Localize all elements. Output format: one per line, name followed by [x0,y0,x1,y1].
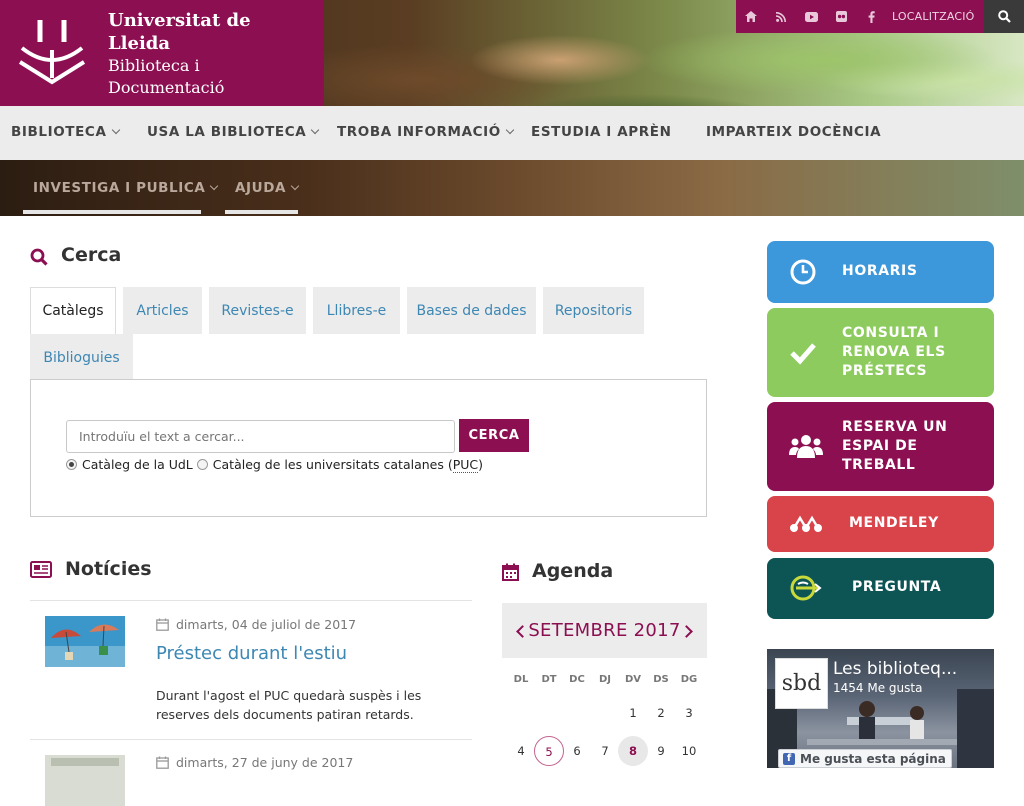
calendar-day-today[interactable]: 8 [618,736,648,766]
mendeley-icon [790,515,822,532]
clock-icon [790,259,816,285]
facebook-widget[interactable]: sbd Les biblioteq... 1454 Me gusta f Me … [767,649,994,768]
chevron-right-icon[interactable] [680,625,693,638]
search-section-title: Cerca [61,244,122,266]
chevron-down-icon [210,181,219,191]
nav-item-investiga-i-publica[interactable]: INVESTIGA I PUBLICA [33,180,219,196]
calendar-icon [502,563,519,581]
pregunta-button[interactable]: PREGUNTA [767,558,994,619]
calendar-day[interactable]: 6 [562,736,592,766]
chevron-down-icon [311,125,320,135]
nav-item-imparteix-docencia[interactable]: IMPARTEIX DOCÈNCIA [706,124,881,140]
flickr-icon[interactable] [826,0,856,33]
weekday-label: DJ [598,674,612,685]
calendar-day[interactable]: 7 [590,736,620,766]
horaris-button[interactable]: HORARIS [767,241,994,303]
calendar-day[interactable]: 2 [646,698,676,728]
news-thumbnail[interactable] [45,616,125,667]
main-navigation: BIBLIOTECA USA LA BIBLIOTECA TROBA INFOR… [0,106,1024,160]
search-button[interactable]: CERCA [459,419,529,452]
radio-puc-label: Catàleg de les universitats catalanes (P… [212,457,484,473]
news-date: dimarts, 04 de juliol de 2017 [156,617,356,632]
users-icon [789,435,823,458]
calendar-day[interactable]: 9 [646,736,676,766]
facebook-page-name[interactable]: Les biblioteq... [833,659,957,679]
check-icon [790,343,816,365]
calendar-header: SETEMBRE 2017 [502,603,707,658]
site-logo[interactable]: Universitat de Lleida Biblioteca i Docum… [0,0,324,106]
calendar-day[interactable]: 1 [618,698,648,728]
facebook-like-button[interactable]: f Me gusta esta página [778,749,952,768]
question-service-icon [790,575,822,601]
rss-icon[interactable] [766,0,796,33]
calendar-day[interactable]: 4 [506,736,536,766]
news-divider [30,739,472,740]
calendar-day[interactable]: 10 [674,736,704,766]
nav-underline [23,210,201,214]
chevron-down-icon [111,125,120,135]
weekday-label: DV [624,674,642,685]
location-link[interactable]: LOCALITZACIÓ [892,10,975,23]
tab-biblioguies[interactable]: Biblioguies [30,334,133,381]
calendar-day-event[interactable]: 5 [534,736,564,766]
calendar-day[interactable]: 3 [674,698,704,728]
nav-item-ajuda[interactable]: AJUDA [235,180,300,196]
news-section-title: Notícies [65,558,152,580]
chevron-down-icon [290,181,300,191]
radio-puc[interactable] [196,459,208,470]
nav-item-usa-la-biblioteca[interactable]: USA LA BIBLIOTECA [147,124,320,140]
nav-item-biblioteca[interactable]: BIBLIOTECA [11,124,120,140]
radio-udl-label: Catàleg de la UdL [82,457,193,472]
weekday-label: DT [541,674,557,685]
mendeley-button[interactable]: MENDELEY [767,496,994,552]
news-title-link[interactable]: Préstec durant l'estiu [156,643,347,664]
facebook-likes-count: 1454 Me gusta [833,681,923,695]
news-thumbnail[interactable] [45,755,125,806]
radio-udl[interactable] [66,459,77,470]
nav-underline [225,210,298,214]
top-utility-bar: LOCALITZACIÓ [736,0,1024,33]
udl-logo-icon [18,20,86,85]
weekday-label: DC [569,674,585,685]
nav-item-estudia-i-apren[interactable]: ESTUDIA I APRÈN [531,124,671,140]
facebook-icon: f [783,752,795,765]
calendar-month: SETEMBRE 2017 [528,620,681,641]
library-name: Biblioteca i Documentació [108,56,225,97]
facebook-page-logo: sbd [775,658,828,709]
search-input[interactable] [66,420,455,453]
chevron-down-icon [505,125,515,135]
nav-item-troba-informacio[interactable]: TROBA INFORMACIÓ [337,124,515,140]
weekday-label: DS [653,674,669,685]
search-section-icon [30,248,48,266]
reserve-space-button[interactable]: RESERVA UN ESPAI DE TREBALL [767,402,994,491]
news-divider [30,600,472,601]
university-name: Universitat de Lleida [108,10,251,54]
weekday-label: DL [513,674,529,685]
renew-loans-button[interactable]: CONSULTA I RENOVA ELS PRÉSTECS [767,308,994,397]
newspaper-icon [30,561,52,578]
tab-revistes-e[interactable]: Revistes-e [209,287,306,334]
weekday-label: DG [680,674,698,685]
tab-bases-de-dades[interactable]: Bases de dades [407,287,536,334]
facebook-icon[interactable] [856,0,886,33]
tab-catalegs[interactable]: Catàlegs [30,287,116,334]
home-icon[interactable] [736,0,766,33]
tab-repositoris[interactable]: Repositoris [543,287,644,334]
chevron-left-icon[interactable] [516,625,529,638]
tab-llibres-e[interactable]: Llibres-e [313,287,400,334]
news-summary: Durant l'agost el PUC quedarà suspès i l… [156,688,422,722]
search-icon[interactable] [984,0,1024,33]
calendar-icon [156,618,169,631]
youtube-icon[interactable] [796,0,826,33]
calendar-icon [156,756,169,769]
catalog-options: Catàleg de la UdL Catàleg de les univers… [66,457,484,473]
tab-articles[interactable]: Articles [123,287,202,334]
agenda-section-title: Agenda [532,560,614,582]
